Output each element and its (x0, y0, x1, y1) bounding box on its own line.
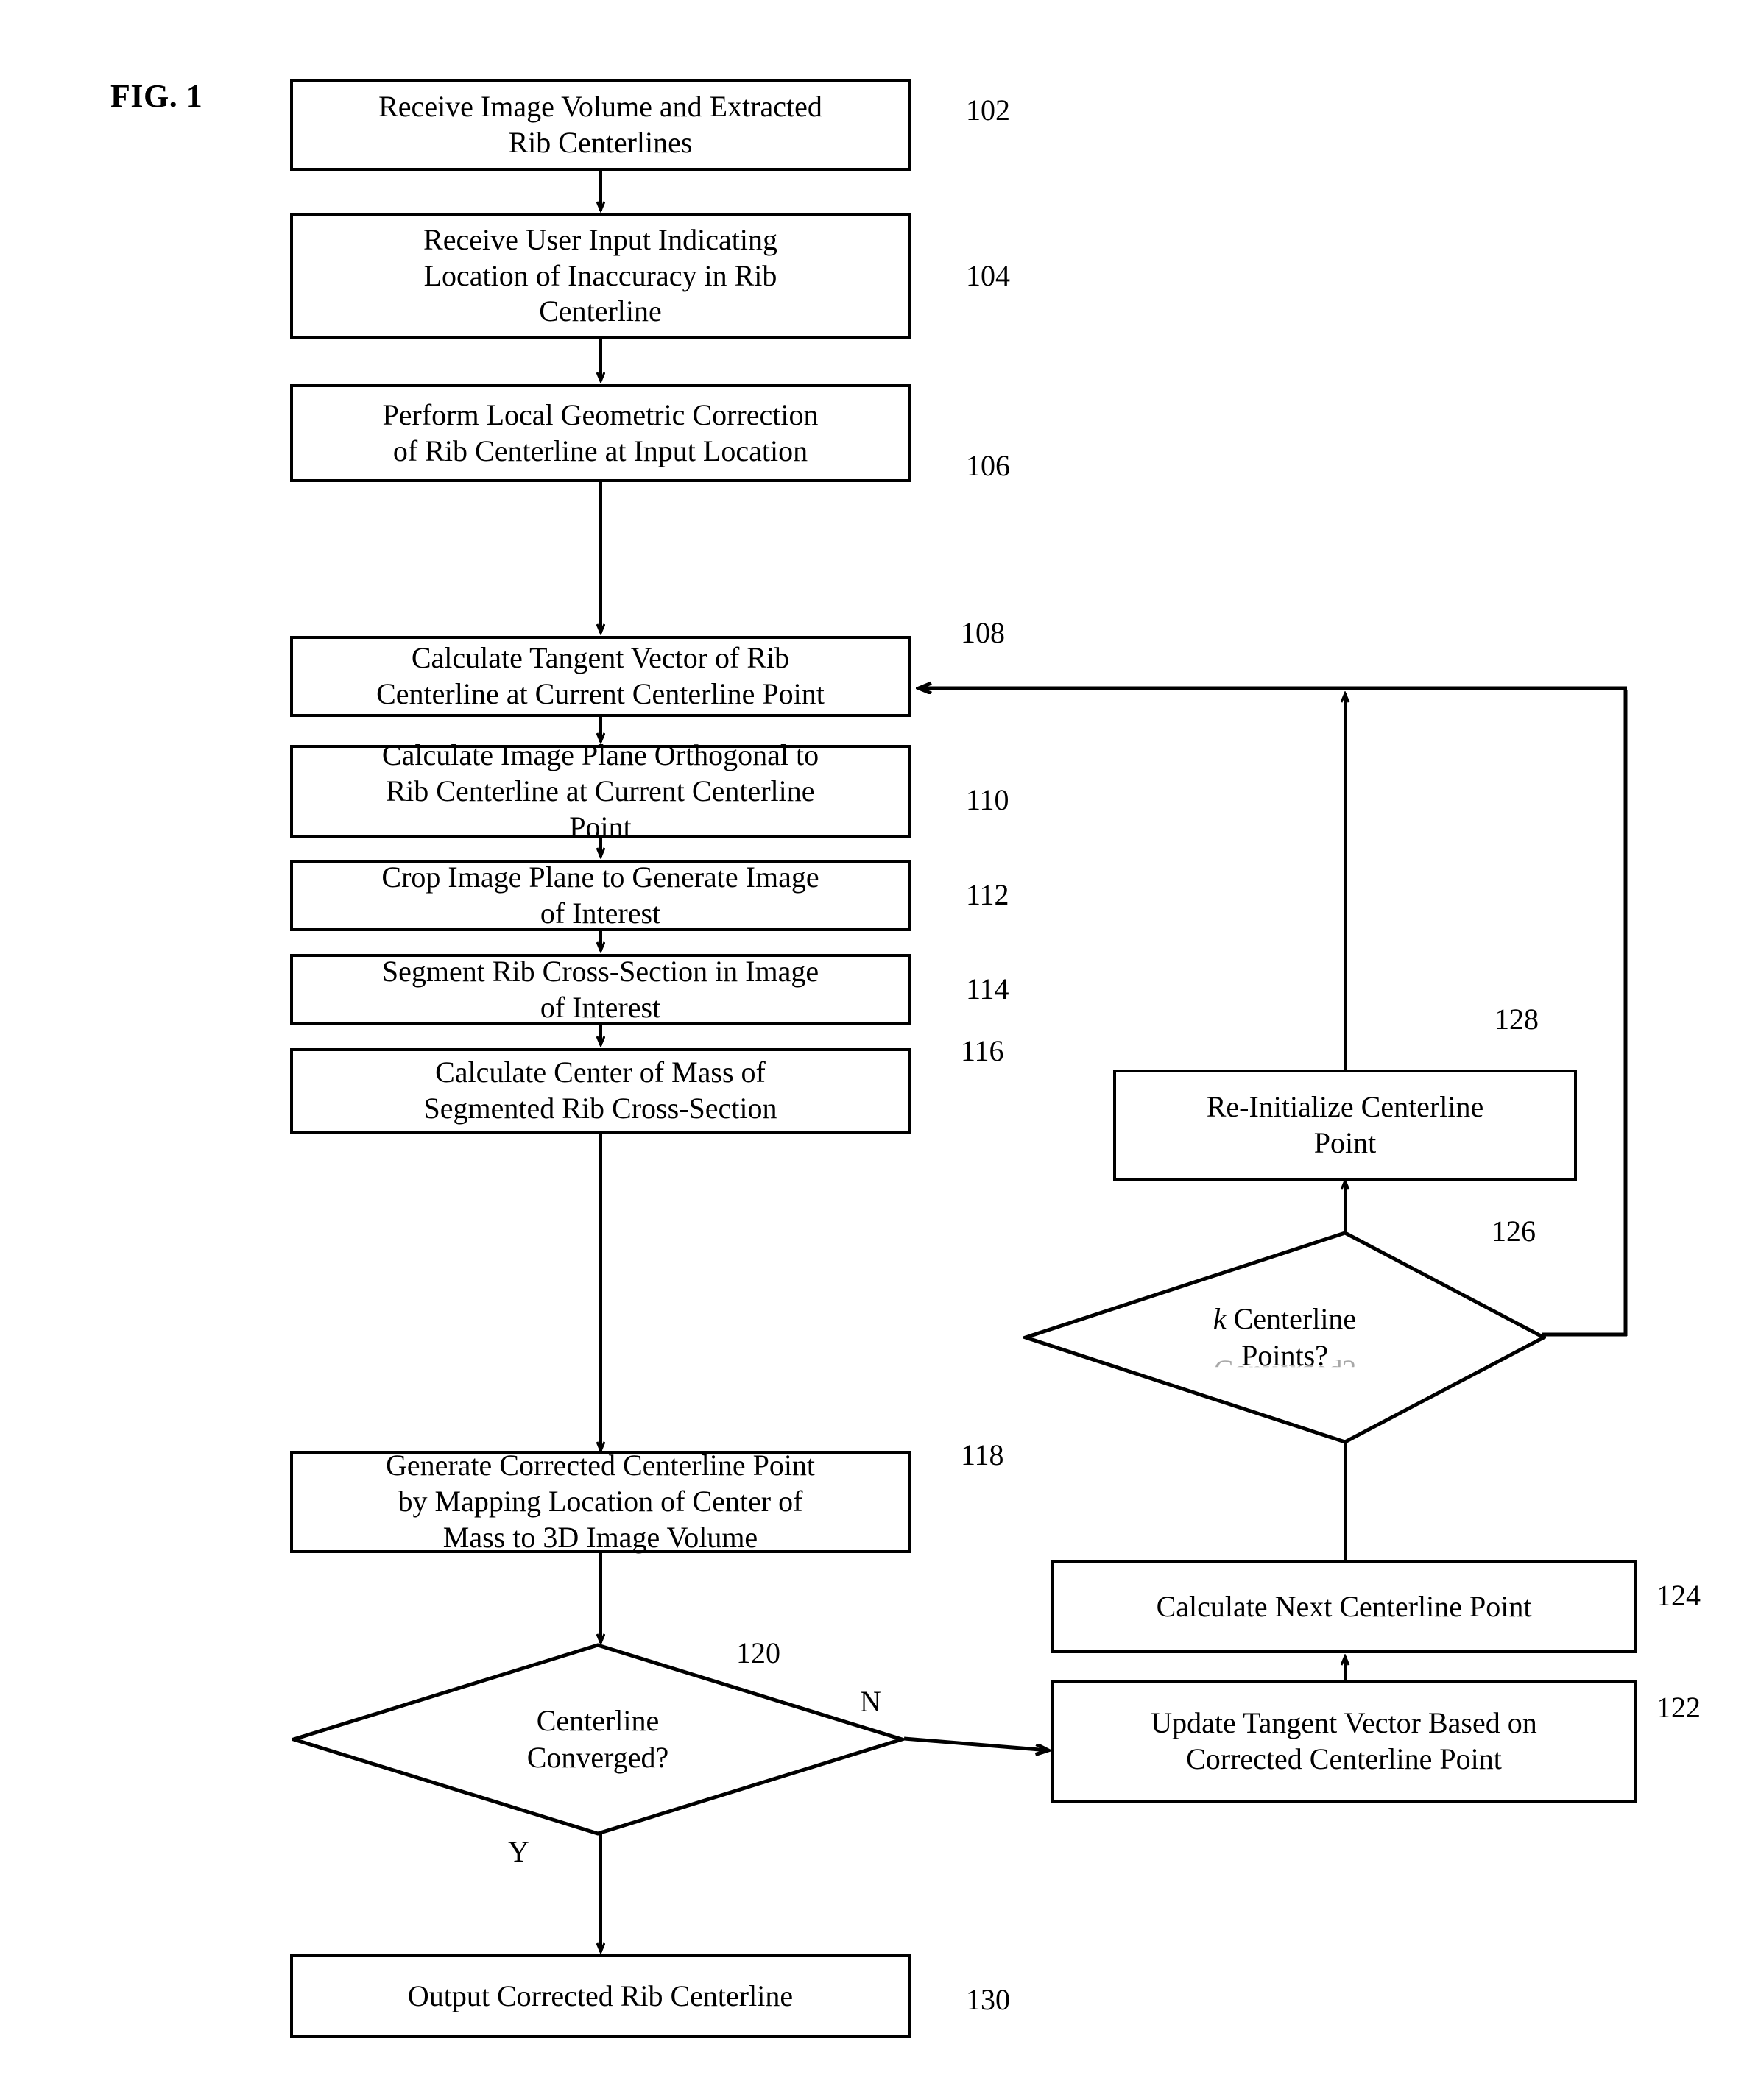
ref-number-126: 126 (1492, 1215, 1536, 1248)
process-box-102-label: Receive Image Volume and Extracted Rib C… (378, 90, 822, 159)
decision-126: k Centerline Points? Converged? (1023, 1231, 1546, 1444)
process-box-118: Generate Corrected Centerline Point by M… (290, 1449, 911, 1554)
ref-number-128: 128 (1494, 1003, 1539, 1036)
process-box-130: Output Corrected Rib Centerline (290, 1954, 911, 2038)
process-box-106-label: Perform Local Geometric Correction of Ri… (382, 397, 819, 467)
process-box-128-label: Re-Initialize Centerline Point (1206, 1089, 1484, 1159)
ref-number-118: 118 (961, 1438, 1004, 1471)
ref-number-104: 104 (966, 259, 1010, 292)
ref-number-108: 108 (961, 616, 1005, 649)
edge-120-122 (903, 1736, 1048, 1750)
ref-number-116: 116 (961, 1034, 1004, 1067)
process-box-108: Calculate Tangent Vector of Rib Centerli… (290, 636, 911, 717)
ref-number-106: 106 (966, 449, 1010, 482)
process-box-108-label: Calculate Tangent Vector of Rib Centerli… (376, 641, 825, 710)
process-box-130-label: Output Corrected Rib Centerline (407, 1979, 794, 2012)
process-box-106: Perform Local Geometric Correction of Ri… (290, 384, 911, 482)
process-box-116-label: Calculate Center of Mass of Segmented Ri… (423, 1056, 777, 1125)
process-box-104: Receive User Input Indicating Location o… (290, 213, 911, 339)
process-box-110: Calculate Image Plane Orthogonal to Rib … (290, 738, 911, 844)
process-box-122: Update Tangent Vector Based on Corrected… (1051, 1680, 1637, 1803)
figure-label: FIG. 1 (110, 78, 203, 114)
ref-number-114: 114 (966, 972, 1009, 1005)
ref-number-102: 102 (966, 93, 1010, 127)
flowchart-canvas: FIG. 1 Receive Image Volume and Extracte… (0, 0, 1761, 2100)
ref-number-110: 110 (966, 783, 1009, 816)
process-box-104-label: Receive User Input Indicating Location o… (423, 222, 777, 328)
process-box-114-label: Segment Rib Cross-Section in Image of In… (381, 954, 819, 1024)
ref-number-130: 130 (966, 1983, 1010, 2016)
process-box-124-label: Calculate Next Centerline Point (1156, 1589, 1532, 1623)
ref-number-120: 120 (736, 1636, 780, 1669)
ref-number-112: 112 (966, 878, 1009, 911)
ref-number-124: 124 (1656, 1579, 1701, 1612)
process-box-128: Re-Initialize Centerline Point (1113, 1070, 1577, 1181)
process-box-122-label: Update Tangent Vector Based on Corrected… (1151, 1706, 1537, 1775)
process-box-112-label: Crop Image Plane to Generate Image of In… (381, 860, 819, 930)
process-box-112: Crop Image Plane to Generate Image of In… (290, 860, 911, 931)
process-box-110-label: Calculate Image Plane Orthogonal to Rib … (381, 738, 819, 844)
process-box-114: Segment Rib Cross-Section in Image of In… (290, 954, 911, 1025)
branch-label-yes-120: Y (508, 1835, 529, 1868)
process-box-124: Calculate Next Centerline Point (1051, 1560, 1637, 1653)
process-box-118-label: Generate Corrected Centerline Point by M… (385, 1449, 816, 1554)
process-box-102: Receive Image Volume and Extracted Rib C… (290, 79, 911, 171)
process-box-116: Calculate Center of Mass of Segmented Ri… (290, 1048, 911, 1134)
branch-label-no-120: N (860, 1685, 881, 1718)
ref-number-122: 122 (1656, 1691, 1701, 1724)
decision-120: Centerline Converged? (292, 1643, 904, 1836)
